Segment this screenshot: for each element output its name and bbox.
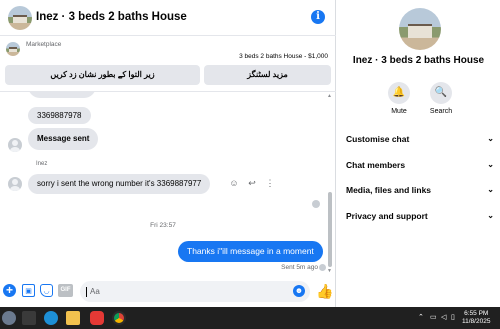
- message-bubble-mine: Thanks i"ill message in a moment: [178, 241, 323, 262]
- taskbar: ⌃ ▭ ◁ ▯ 6:55 PM 11/8/2025: [0, 307, 500, 329]
- section-label: Media, files and links: [346, 185, 432, 195]
- scroll-down-icon[interactable]: ▼: [327, 268, 332, 274]
- bell-icon: 🔔: [388, 82, 410, 104]
- mark-pending-button[interactable]: زیر التوا کے بطور نشان زد کریں: [5, 65, 200, 85]
- details-title: Inez · 3 beds 2 baths House: [352, 55, 485, 66]
- thumbs-up-icon[interactable]: 👍: [316, 283, 333, 300]
- search-label: Search: [429, 108, 453, 115]
- clock[interactable]: 6:55 PM 11/8/2025: [462, 310, 490, 326]
- time-divider: Fri 23:57: [150, 222, 176, 229]
- message-bubble-phone: 3369887978: [28, 107, 91, 124]
- listing-avatar-large[interactable]: [399, 8, 441, 50]
- network-icon[interactable]: ▭: [430, 313, 437, 321]
- message-scrollbar[interactable]: ▲ ▼: [326, 92, 334, 275]
- message-bubble-partial: [28, 92, 96, 98]
- more-options-icon[interactable]: ⋮: [264, 178, 276, 189]
- chevron-down-icon: ⌄: [487, 134, 494, 143]
- section-customise-chat[interactable]: Customise chat ⌄: [346, 134, 496, 148]
- battery-icon[interactable]: ▯: [451, 313, 455, 321]
- mute-label: Mute: [391, 108, 407, 115]
- chat-header: Inez · 3 beds 2 baths House i: [0, 0, 336, 36]
- sender-name: Inez: [36, 161, 48, 167]
- message-actions: ☺ ↩ ⋮: [228, 178, 276, 189]
- search-app-icon[interactable]: [22, 311, 36, 325]
- plus-icon[interactable]: +: [3, 284, 16, 297]
- gif-icon[interactable]: GIF: [58, 284, 73, 297]
- seen-avatar: [312, 200, 320, 208]
- scroll-thumb[interactable]: [328, 192, 332, 267]
- section-chat-members[interactable]: Chat members ⌄: [346, 160, 496, 174]
- more-listings-button[interactable]: مزید لسٹنگز: [204, 65, 331, 85]
- media-app-icon[interactable]: [90, 311, 104, 325]
- message-input[interactable]: [80, 281, 310, 302]
- scroll-up-icon[interactable]: ▲: [327, 93, 332, 99]
- emoji-icon[interactable]: ☻: [293, 285, 305, 297]
- clock-time: 6:55 PM: [464, 310, 489, 317]
- listing-avatar[interactable]: [8, 6, 32, 30]
- marketplace-banner: Marketplace 3 beds 2 baths House - $1,00…: [0, 36, 336, 92]
- chrome-icon[interactable]: [112, 311, 126, 325]
- listing-thumbnail[interactable]: [6, 42, 20, 56]
- mute-button[interactable]: 🔔 Mute: [379, 82, 419, 115]
- message-bubble-sent: Message sent: [28, 128, 99, 150]
- search-button[interactable]: 🔍 Search: [421, 82, 461, 115]
- chevron-down-icon: ⌄: [487, 211, 494, 220]
- text-caret: [86, 287, 87, 297]
- message-bubble-wrong-number: sorry i sent the wrong number it's 33698…: [28, 174, 211, 194]
- chat-details-panel: Inez · 3 beds 2 baths House 🔔 Mute 🔍 Sea…: [337, 0, 500, 307]
- react-icon[interactable]: ☺: [228, 178, 240, 189]
- clock-date: 11/8/2025: [462, 318, 491, 325]
- user-avatar-icon[interactable]: [8, 177, 22, 191]
- status-avatar: [319, 264, 326, 271]
- widgets-icon[interactable]: [2, 311, 16, 325]
- section-label: Chat members: [346, 160, 406, 170]
- search-icon: 🔍: [430, 82, 452, 104]
- listing-summary[interactable]: 3 beds 2 baths House - $1,000: [239, 53, 328, 60]
- photo-icon[interactable]: ▣: [22, 284, 35, 297]
- sent-status: Sent 5m ago: [281, 264, 318, 271]
- section-label: Customise chat: [346, 134, 410, 144]
- message-list: 3369887978 Message sent Inez sorry i sen…: [0, 92, 336, 275]
- chat-panel: Inez · 3 beds 2 baths House i Marketplac…: [0, 0, 336, 307]
- info-icon[interactable]: i: [311, 10, 325, 24]
- user-avatar-icon[interactable]: [8, 138, 22, 152]
- chevron-down-icon: ⌄: [487, 160, 494, 169]
- section-privacy-support[interactable]: Privacy and support ⌄: [346, 211, 496, 225]
- marketplace-label: Marketplace: [26, 41, 62, 48]
- section-label: Privacy and support: [346, 211, 428, 221]
- chevron-down-icon: ⌄: [487, 185, 494, 194]
- messenger-window: Inez · 3 beds 2 baths House i Marketplac…: [0, 0, 500, 307]
- reply-icon[interactable]: ↩: [246, 178, 258, 189]
- section-media-files-links[interactable]: Media, files and links ⌄: [346, 185, 496, 199]
- edge-icon[interactable]: [44, 311, 58, 325]
- tray-chevron-icon[interactable]: ⌃: [418, 313, 424, 321]
- file-explorer-icon[interactable]: [66, 311, 80, 325]
- sticker-icon[interactable]: ◡: [40, 284, 53, 297]
- chat-title[interactable]: Inez · 3 beds 2 baths House: [36, 11, 187, 23]
- volume-icon[interactable]: ◁: [441, 313, 446, 321]
- composer: + ▣ ◡ GIF ☻ 👍: [0, 276, 336, 307]
